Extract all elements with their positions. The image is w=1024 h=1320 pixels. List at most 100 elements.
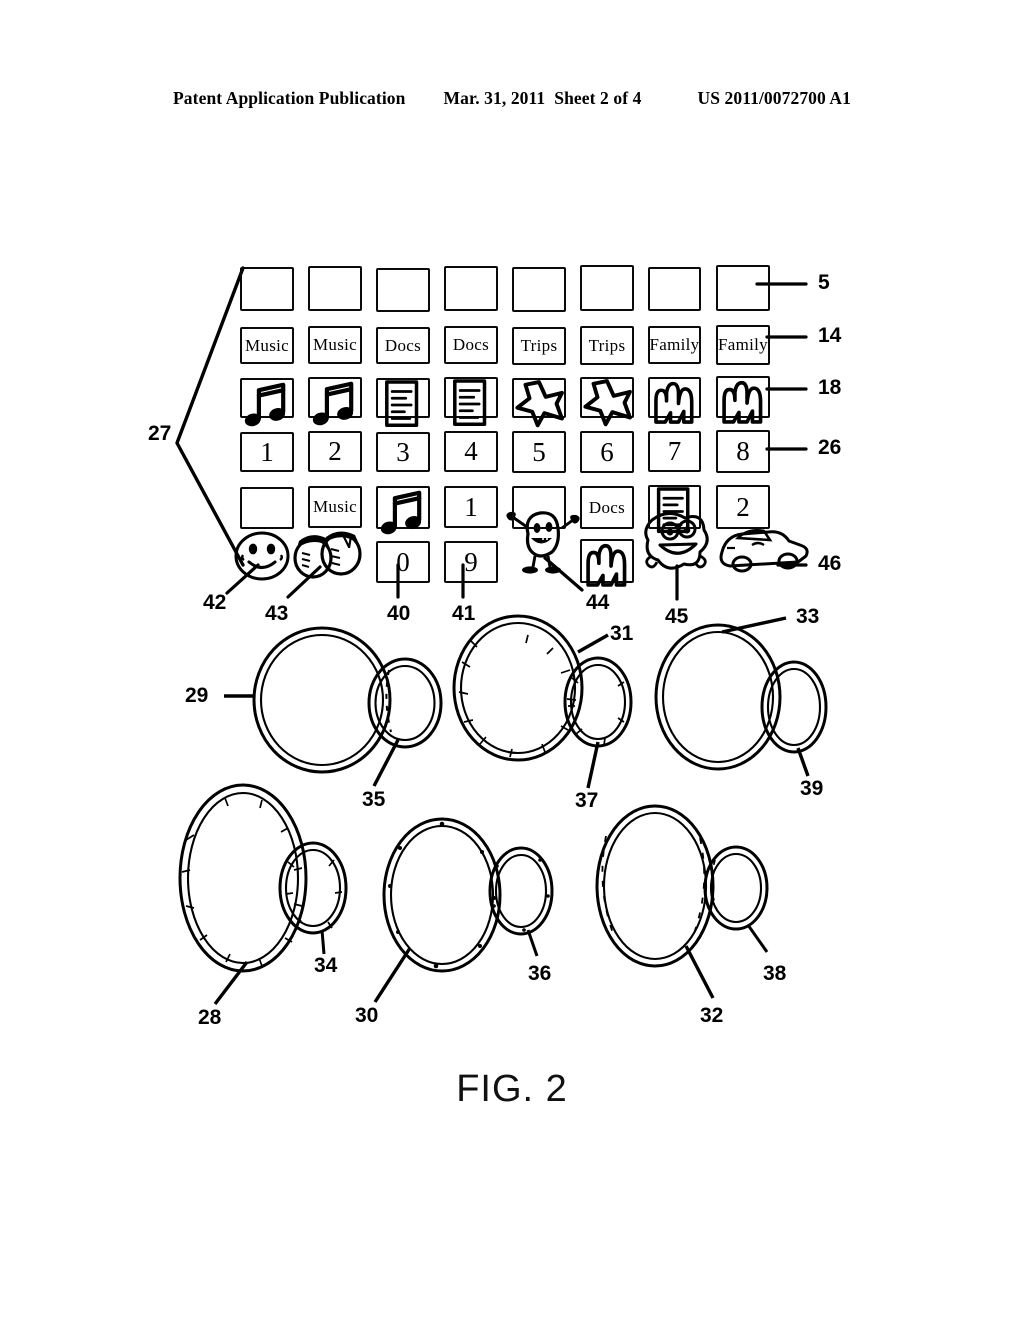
family-icon [586, 543, 627, 587]
cell-number: 8 [736, 436, 750, 466]
cell-label: Docs [384, 335, 422, 355]
grid-cell-r5c6[interactable]: Docs [580, 486, 634, 529]
grid-cell-r1c4[interactable] [444, 266, 498, 311]
grid-cell-r3c8[interactable] [716, 376, 770, 424]
family-icon [722, 380, 763, 424]
cell-number: 9 [464, 546, 478, 577]
grid-cell-r5c7[interactable] [648, 485, 701, 534]
grid-cell-r2c7[interactable]: Family [648, 326, 701, 364]
cell-label [376, 268, 430, 312]
cell-label: Music [313, 335, 357, 354]
cell-label [580, 265, 634, 311]
grid-cell-r5c2[interactable]: Music [308, 486, 362, 528]
grid-cell-r3c4[interactable] [444, 377, 498, 427]
cell-number: 1 [260, 436, 274, 467]
grid-cell-r3c7[interactable] [648, 377, 701, 424]
ref-numeral-44: 44 [586, 591, 610, 614]
figure-vector-layer [175, 266, 828, 1006]
grid-cell-r4c6[interactable]: 6 [580, 431, 634, 473]
grid-cell-r2c3[interactable]: Docs [376, 327, 430, 364]
grid-cell-r6c3[interactable]: 0 [376, 541, 430, 583]
grid-cell-r5c4[interactable]: 1 [444, 486, 498, 528]
grid-cell-r1c5[interactable] [512, 267, 566, 312]
music-note-icon [240, 378, 294, 432]
grid-cell-r2c4[interactable]: Docs [444, 326, 498, 364]
grid-cell-r1c8[interactable] [716, 265, 770, 311]
cell-number: 6 [600, 436, 614, 467]
ref-numeral-30: 30 [355, 1004, 379, 1027]
ring-pair-33-39 [654, 616, 828, 777]
smiley-face-icon [234, 531, 290, 581]
grid-cell-r4c4[interactable]: 4 [444, 431, 498, 472]
cell-label [308, 266, 362, 311]
family-icon [654, 381, 694, 424]
grid-cell-r4c5[interactable]: 5 [512, 431, 566, 473]
grid-cell-r4c7[interactable]: 7 [648, 431, 701, 472]
grid-cell-r2c5[interactable]: Trips [512, 327, 566, 365]
grid-cell-r1c3[interactable] [376, 268, 430, 312]
cell-label [240, 267, 294, 311]
grid-cell-r5c8[interactable]: 2 [716, 485, 770, 529]
grid-cell-r2c8[interactable]: Family [716, 325, 770, 365]
grid-cell-r3c2[interactable] [308, 377, 362, 418]
grid-cell-r1c2[interactable] [308, 266, 362, 311]
cell-number: 7 [667, 436, 682, 466]
cell-label [240, 487, 294, 529]
grid-cell-r6c6[interactable] [580, 539, 634, 587]
ref-numeral-27: 27 [148, 422, 172, 445]
ref-numeral-41: 41 [452, 602, 476, 625]
music-note-icon [376, 486, 430, 540]
grid-cell-r4c8[interactable]: 8 [716, 430, 770, 473]
cell-number: 2 [736, 491, 750, 522]
ref-numeral-33: 33 [796, 605, 820, 628]
cell-number: 2 [328, 436, 342, 466]
grid-cell-r6c4[interactable]: 9 [444, 541, 498, 583]
car-character-icon [719, 529, 809, 573]
grid-cell-r1c7[interactable] [648, 267, 701, 311]
cell-label: Trips [588, 335, 626, 355]
cell-label: Family [649, 335, 700, 354]
grid-cell-r4c1[interactable]: 1 [240, 432, 294, 472]
grid-cell-r2c2[interactable]: Music [308, 326, 362, 364]
grid-cell-r1c6[interactable] [580, 265, 634, 311]
grid-cell-r3c5[interactable] [512, 378, 566, 428]
ref-numeral-45: 45 [665, 605, 689, 628]
grid-cell-r5c5[interactable] [512, 486, 566, 529]
music-note-icon [308, 377, 362, 431]
cell-label: Docs [452, 335, 490, 354]
ref-numeral-28: 28 [198, 1006, 222, 1029]
figure-caption: FIG. 2 [456, 1068, 568, 1110]
grid-cell-r3c1[interactable] [240, 378, 294, 418]
grid-cell-r4c2[interactable]: 2 [308, 431, 362, 472]
grid-cell-r3c6[interactable] [580, 377, 634, 427]
grid-cell-r5c3[interactable] [376, 486, 430, 529]
grid-cell-r4c3[interactable]: 3 [376, 432, 430, 472]
ref-numeral-14: 14 [818, 324, 842, 347]
document-icon [656, 487, 690, 534]
ref-numeral-26: 26 [818, 436, 842, 459]
ref-numeral-35: 35 [362, 788, 386, 811]
grid-cell-r2c1[interactable]: Music [240, 327, 294, 364]
ref-numeral-32: 32 [700, 1004, 724, 1027]
ref-numeral-34: 34 [314, 954, 338, 977]
bracket-27 [175, 266, 245, 567]
ring-pair-29-35 [224, 626, 443, 787]
airplane-icon [515, 380, 564, 428]
ref-numeral-38: 38 [763, 962, 787, 985]
cell-number: 0 [396, 546, 410, 577]
ref-numeral-42: 42 [203, 591, 227, 614]
cell-label [512, 486, 566, 529]
ref-numeral-5: 5 [818, 271, 830, 294]
ring-pair-32-38 [595, 804, 769, 999]
ring-pair-31-37 [452, 614, 633, 789]
grid-cell-r1c1[interactable] [240, 267, 294, 311]
cell-number: 1 [464, 491, 478, 522]
patent-figure: Music Music Docs Docs Trips Trips Family… [0, 0, 1024, 1320]
grid-cell-r3c3[interactable] [376, 378, 430, 428]
grid-cell-r2c6[interactable]: Trips [580, 326, 634, 365]
ref-numeral-37: 37 [575, 789, 599, 812]
cell-label: Music [245, 335, 289, 355]
cell-number: 5 [532, 436, 546, 467]
cell-label [512, 267, 566, 312]
grid-cell-r5c1[interactable] [240, 487, 294, 529]
